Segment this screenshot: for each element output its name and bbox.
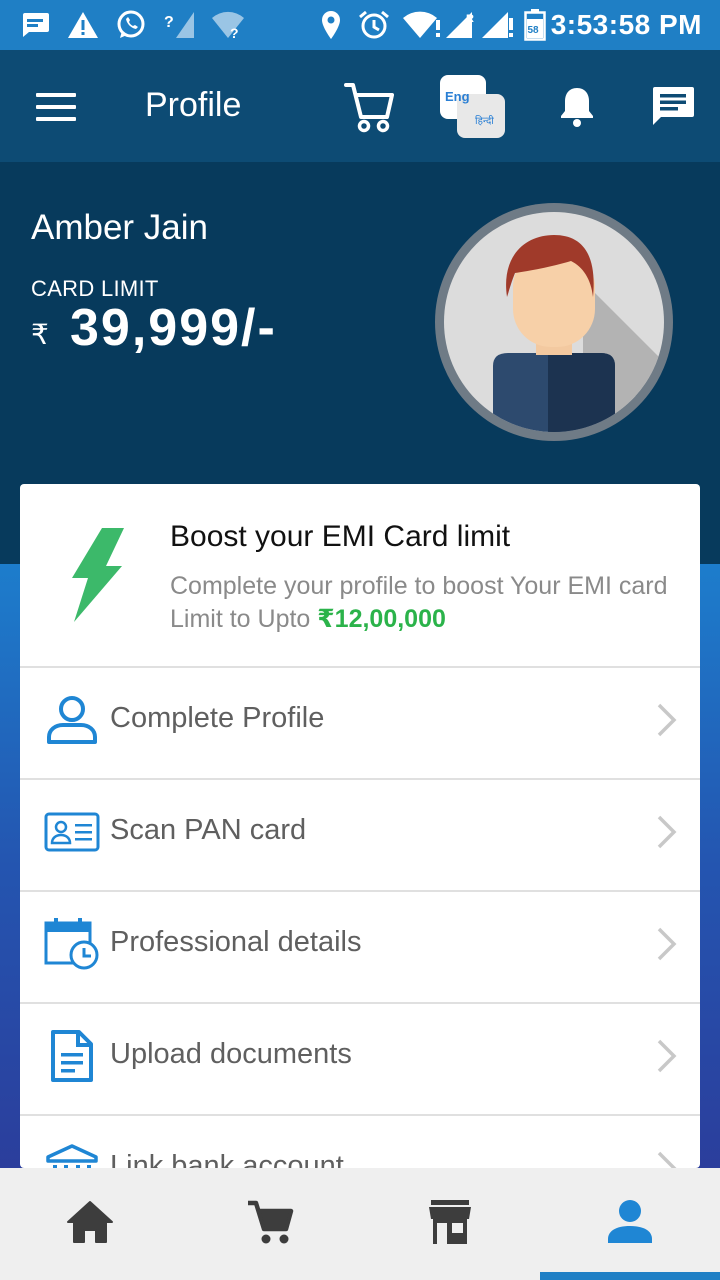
menu-item-link-bank-account[interactable]: Link bank account: [20, 1116, 700, 1168]
boost-title: Boost your EMI Card limit: [170, 520, 511, 553]
boost-banner: Boost your EMI Card limit Complete your …: [20, 484, 700, 668]
nav-profile[interactable]: [540, 1168, 720, 1280]
menu-item-professional-details[interactable]: Professional details: [20, 892, 700, 1004]
bottom-navigation: [0, 1168, 720, 1280]
language-primary: Eng: [445, 89, 470, 104]
chevron-right-icon: [656, 1038, 678, 1079]
profile-icon: [606, 1199, 654, 1250]
message-icon: [20, 9, 50, 41]
app-bar: Profile Eng हिन्दी: [0, 50, 720, 162]
menu-item-complete-profile[interactable]: Complete Profile: [20, 668, 700, 780]
status-time: 3:53:58 PM: [550, 9, 702, 40]
whatsapp-icon: [115, 9, 147, 41]
signal-roaming-icon: R: [444, 9, 478, 41]
alarm-icon: [358, 9, 390, 41]
page-title: Profile: [145, 86, 242, 124]
person-icon: [42, 690, 102, 750]
boost-amount: ₹12,00,000: [317, 605, 446, 633]
svg-text:R: R: [466, 13, 474, 25]
cart-icon[interactable]: [342, 77, 396, 135]
menu-item-label: Complete Profile: [110, 702, 325, 734]
menu-item-label: Professional details: [110, 926, 362, 958]
user-name: Amber Jain: [31, 208, 209, 247]
cart-icon: [246, 1199, 294, 1250]
lightning-icon: [70, 528, 126, 627]
active-tab-indicator: [540, 1272, 720, 1280]
card-limit-amount: 39,999/-: [70, 299, 277, 357]
chat-icon[interactable]: [650, 84, 696, 130]
language-secondary: हिन्दी: [475, 115, 494, 127]
nav-store[interactable]: [360, 1168, 540, 1280]
language-toggle-icon[interactable]: Eng हिन्दी: [439, 74, 507, 140]
chevron-right-icon: [656, 702, 678, 743]
id-card-icon: [42, 802, 102, 862]
bell-icon[interactable]: [555, 84, 599, 128]
wifi-icon: [402, 9, 442, 41]
document-icon: [42, 1026, 102, 1086]
status-bar: ? ? R 58 3:53:58 PM: [0, 0, 720, 50]
chevron-right-icon: [656, 1150, 678, 1168]
home-icon: [66, 1200, 114, 1249]
signal-icon: [480, 9, 514, 41]
nav-home[interactable]: [0, 1168, 180, 1280]
calendar-clock-icon: [42, 914, 102, 974]
currency-symbol: ₹: [31, 319, 49, 350]
boost-description: Complete your profile to boost Your EMI …: [170, 570, 685, 636]
avatar[interactable]: [433, 201, 675, 443]
svg-text:?: ?: [164, 14, 174, 31]
signal-unknown-icon: ?: [164, 9, 196, 41]
profile-card: Boost your EMI Card limit Complete your …: [20, 484, 700, 1168]
chevron-right-icon: [656, 926, 678, 967]
menu-item-label: Link bank account: [110, 1150, 344, 1168]
svg-text:?: ?: [230, 25, 239, 40]
menu-item-scan-pan[interactable]: Scan PAN card: [20, 780, 700, 892]
battery-level: 58: [528, 25, 540, 36]
menu-item-label: Upload documents: [110, 1038, 352, 1070]
bank-icon: [42, 1138, 102, 1168]
battery-icon: 58: [524, 9, 546, 41]
store-icon: [427, 1199, 473, 1250]
menu-icon[interactable]: [36, 93, 76, 121]
nav-cart[interactable]: [180, 1168, 360, 1280]
warning-icon: [67, 9, 99, 41]
menu-item-upload-documents[interactable]: Upload documents: [20, 1004, 700, 1116]
menu-item-label: Scan PAN card: [110, 814, 307, 846]
chevron-right-icon: [656, 814, 678, 855]
location-icon: [320, 9, 342, 41]
wifi-unknown-icon: ?: [210, 9, 246, 41]
